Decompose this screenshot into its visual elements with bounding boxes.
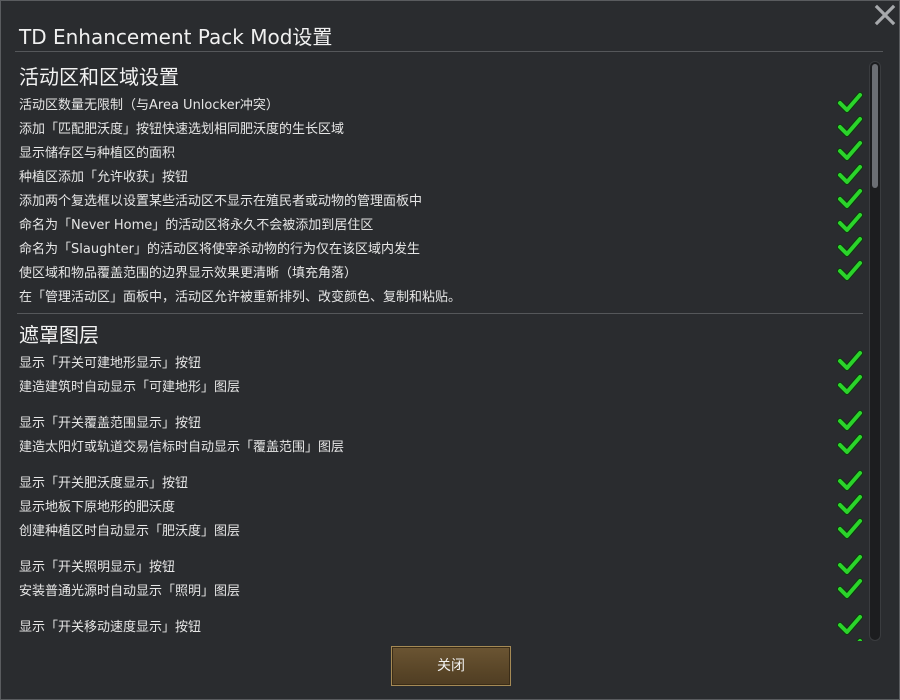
check-icon[interactable] xyxy=(837,114,863,138)
check-icon[interactable] xyxy=(837,636,863,641)
setting-label: 建造建筑时自动显示「可建地形」图层 xyxy=(19,380,241,395)
setting-row[interactable]: 在「管理活动区」面板中，活动区允许被重新排列、改变颜色、复制和粘贴。 xyxy=(15,283,867,307)
setting-label: 命名为「Never Home」的活动区将永久不会被添加到居住区 xyxy=(19,218,374,233)
setting-row[interactable]: 使区域和物品覆盖范围的边界显示效果更清晰（填充角落） xyxy=(15,259,867,283)
setting-label: 显示地板下原地形的肥沃度 xyxy=(19,500,176,515)
check-icon[interactable] xyxy=(837,516,863,540)
setting-row[interactable]: 活动区数量无限制（与Area Unlocker冲突） xyxy=(15,91,867,115)
setting-label: 命名为「Slaughter」的活动区将使宰杀动物的行为仅在该区域内发生 xyxy=(19,242,421,257)
setting-label: 显示「开关肥沃度显示」按钮 xyxy=(19,476,189,491)
check-icon[interactable] xyxy=(837,348,863,372)
check-icon[interactable] xyxy=(837,552,863,576)
setting-row[interactable]: 显示「开关照明显示」按钮 xyxy=(15,553,867,577)
setting-label: 显示「开关美观度显示」按钮 xyxy=(19,640,188,641)
setting-row[interactable]: 命名为「Slaughter」的活动区将使宰杀动物的行为仅在该区域内发生 xyxy=(15,235,867,259)
setting-row[interactable]: 建造太阳灯或轨道交易信标时自动显示「覆盖范围」图层 xyxy=(15,433,867,457)
setting-row[interactable]: 显示「开关覆盖范围显示」按钮 xyxy=(15,409,867,433)
setting-row[interactable]: 显示储存区与种植区的面积 xyxy=(15,139,867,163)
check-icon[interactable] xyxy=(837,138,863,162)
section-divider xyxy=(17,313,863,314)
check-icon[interactable] xyxy=(837,492,863,516)
setting-label: 添加「匹配肥沃度」按钮快速选划相同肥沃度的生长区域 xyxy=(19,122,345,137)
check-icon[interactable] xyxy=(837,432,863,456)
settings-list: 活动区和区域设置活动区数量无限制（与Area Unlocker冲突） 添加「匹配肥… xyxy=(15,59,867,641)
check-icon[interactable] xyxy=(837,162,863,186)
check-icon[interactable] xyxy=(837,576,863,600)
check-icon[interactable] xyxy=(837,258,863,282)
setting-row[interactable]: 建造建筑时自动显示「可建地形」图层 xyxy=(15,373,867,397)
scrollbar-thumb[interactable] xyxy=(872,64,878,188)
setting-label: 使区域和物品覆盖范围的边界显示效果更清晰（填充角落） xyxy=(19,266,358,281)
section-title: 活动区和区域设置 xyxy=(19,65,179,89)
setting-label: 建造太阳灯或轨道交易信标时自动显示「覆盖范围」图层 xyxy=(19,440,345,455)
check-icon[interactable] xyxy=(837,234,863,258)
setting-row[interactable]: 显示「开关可建地形显示」按钮 xyxy=(15,349,867,373)
setting-label: 显示储存区与种植区的面积 xyxy=(19,146,176,161)
setting-label: 在「管理活动区」面板中，活动区允许被重新排列、改变颜色、复制和粘贴。 xyxy=(19,290,462,305)
setting-label: 创建种植区时自动显示「肥沃度」图层 xyxy=(19,524,241,539)
check-icon[interactable] xyxy=(837,186,863,210)
check-icon[interactable] xyxy=(837,210,863,234)
setting-row[interactable]: 添加两个复选框以设置某些活动区不显示在殖民者或动物的管理面板中 xyxy=(15,187,867,211)
check-icon[interactable] xyxy=(837,612,863,636)
check-icon[interactable] xyxy=(837,408,863,432)
setting-row[interactable]: 安装普通光源时自动显示「照明」图层 xyxy=(15,577,867,601)
title-divider xyxy=(15,51,883,52)
setting-row[interactable]: 显示「开关美观度显示」按钮 xyxy=(15,637,867,641)
setting-label: 种植区添加「允许收获」按钮 xyxy=(19,170,189,185)
check-icon[interactable] xyxy=(837,90,863,114)
setting-label: 安装普通光源时自动显示「照明」图层 xyxy=(19,584,241,599)
setting-row[interactable]: 种植区添加「允许收获」按钮 xyxy=(15,163,867,187)
setting-label: 显示「开关可建地形显示」按钮 xyxy=(19,356,202,371)
setting-label: 显示「开关覆盖范围显示」按钮 xyxy=(19,416,202,431)
setting-label: 显示「开关照明显示」按钮 xyxy=(19,560,176,575)
setting-row[interactable]: 显示地板下原地形的肥沃度 xyxy=(15,493,867,517)
window-title: TD Enhancement Pack Mod设置 xyxy=(19,25,333,49)
settings-scroll-area[interactable]: 活动区和区域设置活动区数量无限制（与Area Unlocker冲突） 添加「匹配肥… xyxy=(15,59,867,641)
close-icon[interactable] xyxy=(873,3,897,27)
check-icon[interactable] xyxy=(837,468,863,492)
setting-row[interactable]: 显示「开关肥沃度显示」按钮 xyxy=(15,469,867,493)
check-icon[interactable] xyxy=(837,372,863,396)
setting-row[interactable]: 命名为「Never Home」的活动区将永久不会被添加到居住区 xyxy=(15,211,867,235)
scrollbar[interactable] xyxy=(869,61,881,641)
setting-row[interactable]: 显示「开关移动速度显示」按钮 xyxy=(15,613,867,637)
setting-label: 添加两个复选框以设置某些活动区不显示在殖民者或动物的管理面板中 xyxy=(19,194,423,209)
setting-label: 活动区数量无限制（与Area Unlocker冲突） xyxy=(19,98,279,113)
close-button[interactable]: 关闭 xyxy=(391,646,511,686)
settings-window: TD Enhancement Pack Mod设置 活动区和区域设置活动区数量无… xyxy=(0,0,900,700)
setting-label: 显示「开关移动速度显示」按钮 xyxy=(19,620,202,635)
setting-row[interactable]: 添加「匹配肥沃度」按钮快速选划相同肥沃度的生长区域 xyxy=(15,115,867,139)
setting-row[interactable]: 创建种植区时自动显示「肥沃度」图层 xyxy=(15,517,867,541)
section-title: 遮罩图层 xyxy=(19,323,99,347)
